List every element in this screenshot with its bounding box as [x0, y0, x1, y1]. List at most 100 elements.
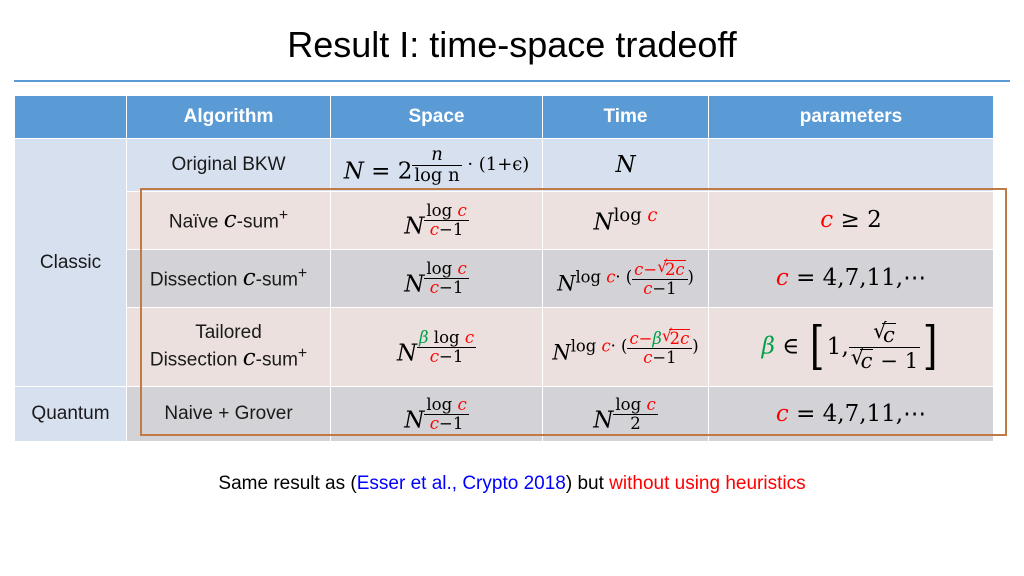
symbol-one: 1: [826, 333, 842, 360]
symbol-c: c: [223, 207, 237, 234]
symbol-log: log: [426, 259, 453, 279]
time-original-bkw: N: [542, 138, 709, 192]
symbol-c: c: [634, 260, 644, 280]
time-dissection-csum: Nlog c· (c−2cc−1): [542, 249, 709, 308]
symbol-c: c: [775, 400, 789, 427]
symbol-log: log: [613, 204, 642, 226]
results-table-container: Algorithm Space Time parameters Classic …: [14, 95, 1007, 442]
table-header-row: Algorithm Space Time parameters: [14, 95, 994, 139]
symbol-minus: −: [439, 220, 453, 239]
time-tailored-dissection: Nlog c· (c−β2cc−1): [542, 307, 709, 387]
symbol-minus: −: [652, 279, 667, 298]
symbol-N: N: [557, 272, 576, 296]
page-title: Result I: time-space tradeoff: [287, 24, 737, 65]
symbol-beta: β: [418, 327, 429, 347]
table-row: Quantum Naive + Grover Nlog c c−1 Nlog c2…: [14, 386, 994, 442]
bracket-left-icon: [: [809, 316, 824, 377]
symbol-element-of: ∈: [782, 333, 800, 359]
algorithm-line-2: Dissection c-sum+: [127, 345, 330, 372]
symbol-log-n: log n: [412, 164, 462, 186]
column-header-time: Time: [542, 95, 709, 139]
symbol-minus: −: [439, 413, 453, 433]
symbol-two: 2: [664, 260, 676, 280]
symbol-minus: −: [643, 260, 658, 280]
label-csum: -sum: [255, 349, 298, 371]
symbol-c: c: [643, 279, 653, 298]
label-plus-superscript: +: [297, 344, 308, 362]
symbol-N: N: [615, 151, 636, 178]
space-naive-grover: Nlog c c−1: [330, 386, 543, 442]
symbol-c: c: [242, 265, 256, 292]
symbol-N: N: [404, 407, 425, 434]
symbol-log: log: [426, 394, 453, 414]
bracket-right-icon: ]: [922, 316, 938, 377]
parameters-naive-grover: c = 4,7,11,⋯: [708, 386, 994, 442]
symbol-cdot: ·: [610, 336, 616, 356]
value-c-list: 4,7,11,: [822, 400, 904, 427]
symbol-cdot: ·: [615, 268, 621, 287]
time-naive-csum: Nlog c: [542, 191, 709, 250]
algorithm-line-1: Tailored: [195, 322, 262, 344]
symbol-c: c: [429, 220, 439, 239]
symbol-one: 1: [452, 278, 464, 297]
symbol-beta: β: [761, 333, 775, 359]
symbol-one: 1: [452, 220, 464, 239]
symbol-log: log: [433, 327, 460, 347]
caption-emphasis: without using heuristics: [609, 473, 806, 494]
symbol-log: log: [570, 336, 597, 356]
title-divider: [14, 80, 1010, 82]
symbol-N: N: [593, 407, 614, 434]
symbol-c: c: [429, 278, 439, 297]
symbol-minus: −: [880, 347, 898, 373]
table-row: Classic Original BKW N = 2 n log n · (1+ϵ)…: [14, 138, 994, 387]
parameters-tailored-dissection: β ∈ [ 1,cc − 1 ]: [708, 307, 994, 387]
symbol-minus: −: [439, 278, 453, 297]
symbol-one: 1: [452, 413, 464, 433]
symbol-minus: −: [652, 347, 667, 367]
symbol-c: c: [859, 347, 874, 373]
symbol-equals: =: [796, 265, 816, 291]
category-classic: Classic: [14, 138, 127, 387]
column-header-parameters: parameters: [708, 95, 994, 139]
caption-middle: ) but: [565, 473, 610, 494]
algorithm-tailored-dissection-csum: Tailored Dissection c-sum+: [126, 307, 331, 387]
symbol-c: c: [457, 259, 467, 279]
citation-link[interactable]: Esser et al., Crypto 2018: [357, 473, 566, 494]
symbol-c: c: [775, 265, 789, 291]
symbol-n: n: [431, 144, 443, 166]
symbol-N: N: [396, 340, 417, 367]
symbol-log: log: [426, 201, 453, 221]
symbol-c: c: [881, 321, 896, 347]
symbol-equals: =: [371, 158, 391, 185]
parameters-dissection-csum: c = 4,7,11,⋯: [708, 249, 994, 308]
symbol-N: N: [404, 213, 425, 240]
symbol-minus: −: [439, 346, 453, 366]
label-csum: -sum: [255, 269, 298, 291]
symbol-c: c: [646, 394, 656, 414]
column-header-category: [14, 95, 127, 139]
label-naive: Naïve: [168, 211, 219, 233]
symbol-c: c: [457, 394, 467, 414]
column-header-algorithm: Algorithm: [126, 95, 331, 139]
space-naive-csum: Nlog c c−1: [330, 191, 543, 250]
symbol-dots: ⋯: [903, 265, 927, 291]
symbol-two: 2: [669, 328, 681, 348]
table-row: Tailored Dissection c-sum+ Nβ log c c−1 N…: [15, 307, 994, 387]
column-header-space: Space: [330, 95, 543, 139]
symbol-c: c: [629, 328, 639, 348]
symbol-equals: =: [796, 400, 816, 427]
caption-before: Same result as (: [218, 473, 357, 494]
symbol-two: 2: [867, 207, 882, 233]
symbol-c: c: [429, 346, 439, 366]
symbol-N: N: [343, 158, 364, 185]
symbol-minus: −: [638, 328, 653, 348]
time-naive-grover: Nlog c2: [542, 386, 709, 442]
symbol-N: N: [552, 340, 571, 365]
symbol-c: c: [675, 260, 685, 280]
symbol-one-plus-epsilon: (1+ϵ): [478, 154, 530, 175]
symbol-c: c: [680, 328, 690, 348]
interval-bracket: [ 1,cc − 1 ]: [807, 316, 941, 377]
symbol-one: 1: [452, 346, 464, 366]
symbol-log: log: [615, 394, 642, 414]
results-table: Algorithm Space Time parameters Classic …: [14, 95, 994, 442]
